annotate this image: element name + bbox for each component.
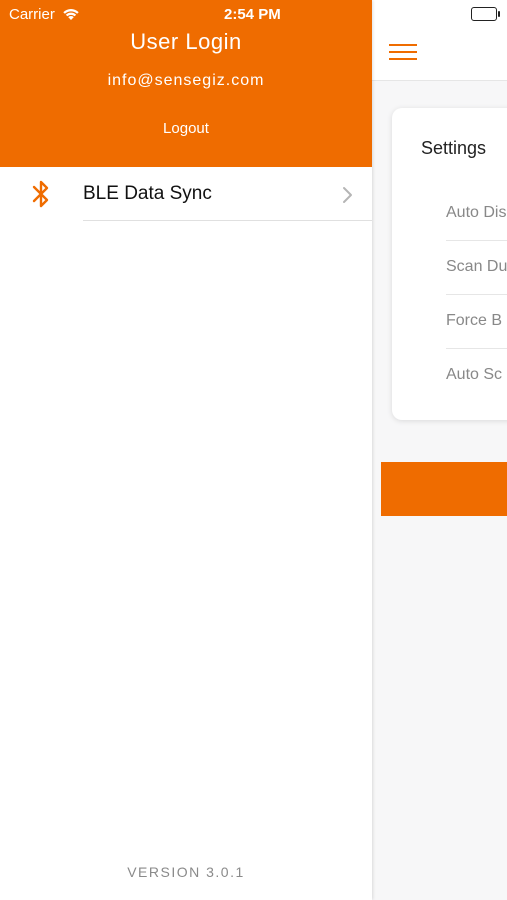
divider [446,294,507,295]
hamburger-menu-icon[interactable] [389,42,417,62]
chevron-right-icon [343,187,352,203]
divider [83,220,372,221]
app-version: VERSION 3.0.1 [127,864,245,880]
menu-item-label: BLE Data Sync [83,183,212,204]
settings-title: Settings [421,138,487,158]
logout-button[interactable]: Logout [0,120,372,137]
battery-icon [471,7,500,21]
menu-item-ble-data-sync[interactable]: BLE Data Sync [0,167,372,221]
divider [446,348,507,349]
user-email: info@sensegiz.com [107,72,265,89]
bluetooth-icon [32,180,49,208]
side-drawer: Carrier 2:54 PM User Login info@sensegiz… [0,0,372,900]
primary-action-button[interactable] [381,462,507,516]
settings-option-force[interactable]: Force B [446,312,502,330]
divider [446,240,507,241]
settings-option-auto-scan[interactable]: Auto Sc [446,366,502,384]
carrier-label: Carrier [9,6,55,23]
drawer-header: Carrier 2:54 PM User Login info@sensegiz… [0,0,372,167]
settings-option-scan-duration[interactable]: Scan Du [446,258,507,276]
status-time: 2:54 PM [224,6,281,23]
wifi-icon [63,9,79,20]
drawer-title: User Login [130,29,242,54]
settings-option-auto-discover[interactable]: Auto Dis [446,204,506,222]
settings-card: Settings Auto Dis Scan Du Force B Auto S… [392,108,507,420]
